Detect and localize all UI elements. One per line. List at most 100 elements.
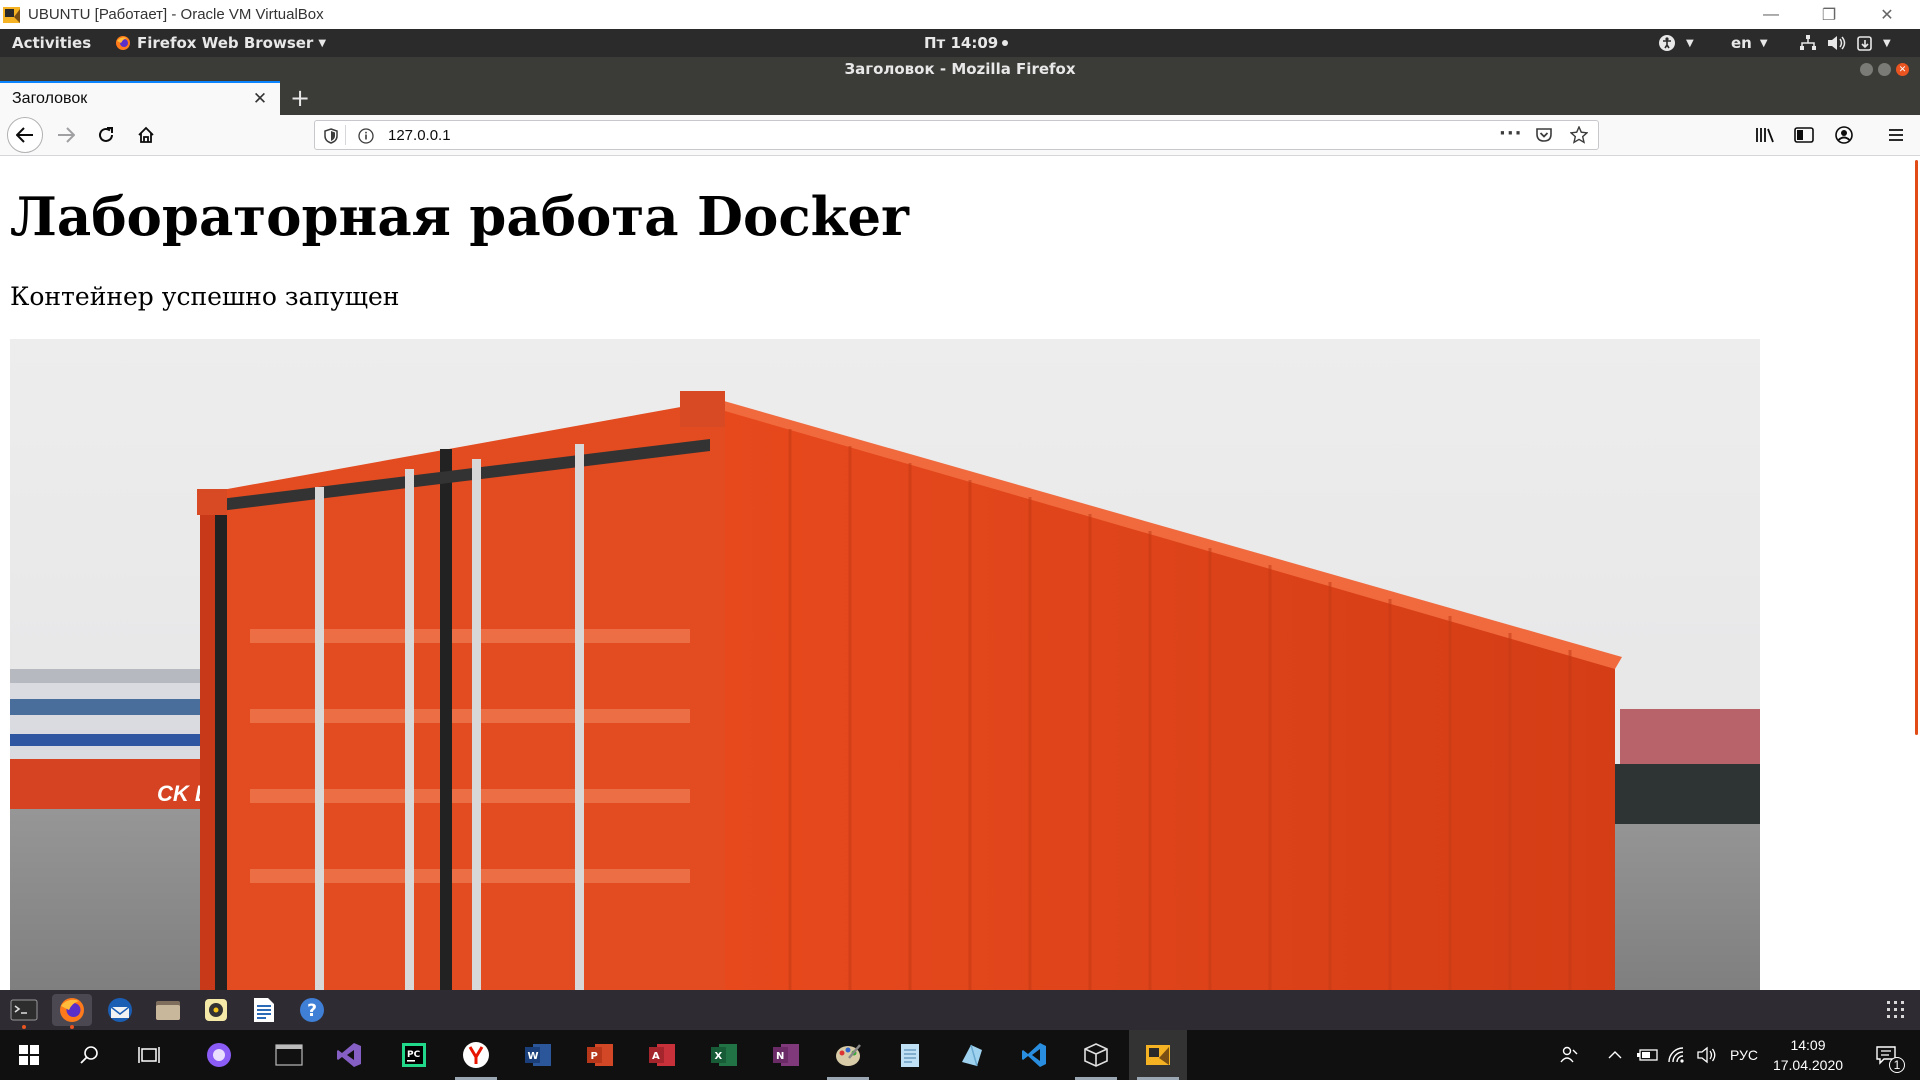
taskbar-powerpoint[interactable]: P bbox=[571, 1030, 629, 1080]
start-button[interactable] bbox=[0, 1030, 58, 1080]
sidebar-icon bbox=[1794, 127, 1814, 143]
system-menu[interactable]: ▼ bbox=[1799, 29, 1891, 57]
paint-palette-icon bbox=[836, 1044, 861, 1066]
tab-active[interactable]: Заголовок ✕ bbox=[0, 81, 280, 115]
taskbar-paint[interactable] bbox=[819, 1030, 877, 1080]
dock-rhythmbox[interactable] bbox=[196, 994, 236, 1026]
taskbar-yandex-browser[interactable] bbox=[447, 1030, 505, 1080]
firefox-window-titlebar: Заголовок - Mozilla Firefox bbox=[0, 57, 1920, 81]
arrow-right-icon bbox=[58, 127, 75, 143]
app-menu-label: Firefox Web Browser bbox=[137, 34, 314, 52]
library-button[interactable] bbox=[1749, 119, 1781, 151]
dock-terminal[interactable] bbox=[4, 994, 44, 1029]
window-close-button[interactable]: ✕ bbox=[1896, 63, 1909, 76]
page-actions-icon[interactable]: ··· bbox=[1499, 123, 1523, 144]
app-menu[interactable]: Firefox Web Browser ▼ bbox=[115, 29, 326, 57]
accessibility-menu[interactable]: ▼ bbox=[1658, 29, 1694, 57]
powerpoint-icon: P bbox=[587, 1044, 613, 1066]
battery-button[interactable] bbox=[1637, 1030, 1659, 1080]
task-view-icon bbox=[138, 1047, 160, 1063]
tab-strip: Заголовок ✕ + bbox=[0, 81, 1920, 115]
chevron-down-icon: ▼ bbox=[1759, 37, 1768, 49]
vscode-icon bbox=[1022, 1043, 1046, 1067]
tracking-protection-shield-icon[interactable] bbox=[324, 128, 338, 144]
taskbar-visual-studio[interactable] bbox=[320, 1030, 378, 1080]
account-icon bbox=[1835, 126, 1853, 144]
shipping-container-image: CK L bbox=[10, 339, 1760, 990]
keyboard-layout-menu[interactable]: en ▼ bbox=[1731, 29, 1768, 57]
taskbar-3d-viewer[interactable] bbox=[1067, 1030, 1125, 1080]
dock-libreoffice-writer[interactable] bbox=[244, 994, 284, 1026]
volume-button[interactable] bbox=[1696, 1030, 1718, 1080]
clock-button[interactable]: 14:09 17.04.2020 bbox=[1772, 1030, 1844, 1080]
dock-help[interactable]: ? bbox=[292, 994, 332, 1026]
restore-button[interactable]: ❐ bbox=[1800, 0, 1858, 29]
taskbar-terminal[interactable] bbox=[260, 1030, 318, 1080]
dock-files[interactable] bbox=[148, 994, 188, 1026]
navigation-toolbar: 127.0.0.1 ··· bbox=[0, 115, 1920, 156]
action-center-button[interactable]: 1 bbox=[1866, 1030, 1906, 1080]
home-button[interactable] bbox=[130, 119, 162, 151]
pycharm-icon: PC bbox=[402, 1043, 426, 1067]
svg-text:P: P bbox=[591, 1051, 598, 1062]
show-applications-button[interactable] bbox=[1876, 994, 1916, 1026]
cube-icon bbox=[1084, 1043, 1108, 1067]
wifi-icon bbox=[1668, 1047, 1684, 1063]
scrollbar-thumb[interactable] bbox=[1915, 160, 1918, 735]
url-text: 127.0.0.1 bbox=[388, 127, 451, 144]
page-scrollbar[interactable] bbox=[1912, 156, 1920, 990]
taskbar-pycharm[interactable]: PC bbox=[385, 1030, 443, 1080]
window-maximize-button[interactable] bbox=[1878, 63, 1891, 76]
wifi-button[interactable] bbox=[1667, 1030, 1687, 1080]
activities-button[interactable]: Activities bbox=[12, 29, 91, 57]
taskbar-notepad[interactable] bbox=[881, 1030, 939, 1080]
taskbar-word[interactable]: W bbox=[509, 1030, 567, 1080]
power-icon bbox=[1857, 36, 1872, 51]
forward-button[interactable] bbox=[50, 119, 82, 151]
svg-text:W: W bbox=[528, 1051, 539, 1062]
visual-studio-icon bbox=[337, 1043, 361, 1067]
menu-button[interactable] bbox=[1880, 119, 1912, 151]
people-button[interactable] bbox=[1560, 1030, 1580, 1080]
close-button[interactable]: ✕ bbox=[1858, 0, 1916, 29]
arrow-left-icon bbox=[16, 127, 33, 143]
account-button[interactable] bbox=[1828, 119, 1860, 151]
back-button[interactable] bbox=[7, 117, 43, 153]
page-heading: Лабораторная работа Docker bbox=[10, 186, 909, 248]
taskbar-access[interactable]: A bbox=[633, 1030, 691, 1080]
notification-dot-icon bbox=[1002, 40, 1009, 46]
pocket-icon[interactable] bbox=[1535, 127, 1553, 143]
info-icon[interactable] bbox=[358, 128, 374, 144]
dock-thunderbird[interactable] bbox=[100, 994, 140, 1026]
web-page-content: Лабораторная работа Docker Контейнер усп… bbox=[0, 156, 1920, 990]
url-bar[interactable]: 127.0.0.1 ··· bbox=[314, 120, 1599, 150]
clock[interactable]: Пт 14:09 bbox=[924, 29, 1009, 57]
ubuntu-dock: ? bbox=[0, 990, 1920, 1030]
taskbar-onenote[interactable]: N bbox=[757, 1030, 815, 1080]
show-hidden-icons-button[interactable] bbox=[1608, 1030, 1622, 1080]
taskbar-alice[interactable] bbox=[190, 1030, 248, 1080]
input-language-button[interactable]: РУС bbox=[1730, 1030, 1758, 1080]
onenote-icon: N bbox=[773, 1044, 799, 1066]
dock-firefox[interactable] bbox=[52, 994, 92, 1029]
task-view-button[interactable] bbox=[120, 1030, 178, 1080]
home-icon bbox=[138, 126, 154, 143]
virtualbox-titlebar: UBUNTU [Работает] - Oracle VM VirtualBox… bbox=[0, 0, 1920, 29]
tab-close-button[interactable]: ✕ bbox=[250, 89, 270, 109]
taskbar-excel[interactable]: X bbox=[695, 1030, 753, 1080]
rhythmbox-icon bbox=[205, 999, 227, 1021]
people-icon bbox=[1560, 1046, 1578, 1063]
sidebar-button[interactable] bbox=[1788, 119, 1820, 151]
taskbar-3d-app[interactable] bbox=[943, 1030, 1001, 1080]
files-icon bbox=[156, 1001, 180, 1020]
new-tab-button[interactable]: + bbox=[286, 84, 314, 112]
bookmark-star-icon[interactable] bbox=[1570, 126, 1588, 144]
minimize-icon: — bbox=[1763, 5, 1779, 23]
search-button[interactable] bbox=[60, 1030, 118, 1080]
window-minimize-button[interactable] bbox=[1860, 63, 1873, 76]
help-icon: ? bbox=[300, 998, 324, 1022]
reload-button[interactable] bbox=[90, 119, 122, 151]
taskbar-virtualbox[interactable] bbox=[1129, 1030, 1187, 1080]
minimize-button[interactable]: — bbox=[1742, 0, 1800, 29]
taskbar-vscode[interactable] bbox=[1005, 1030, 1063, 1080]
